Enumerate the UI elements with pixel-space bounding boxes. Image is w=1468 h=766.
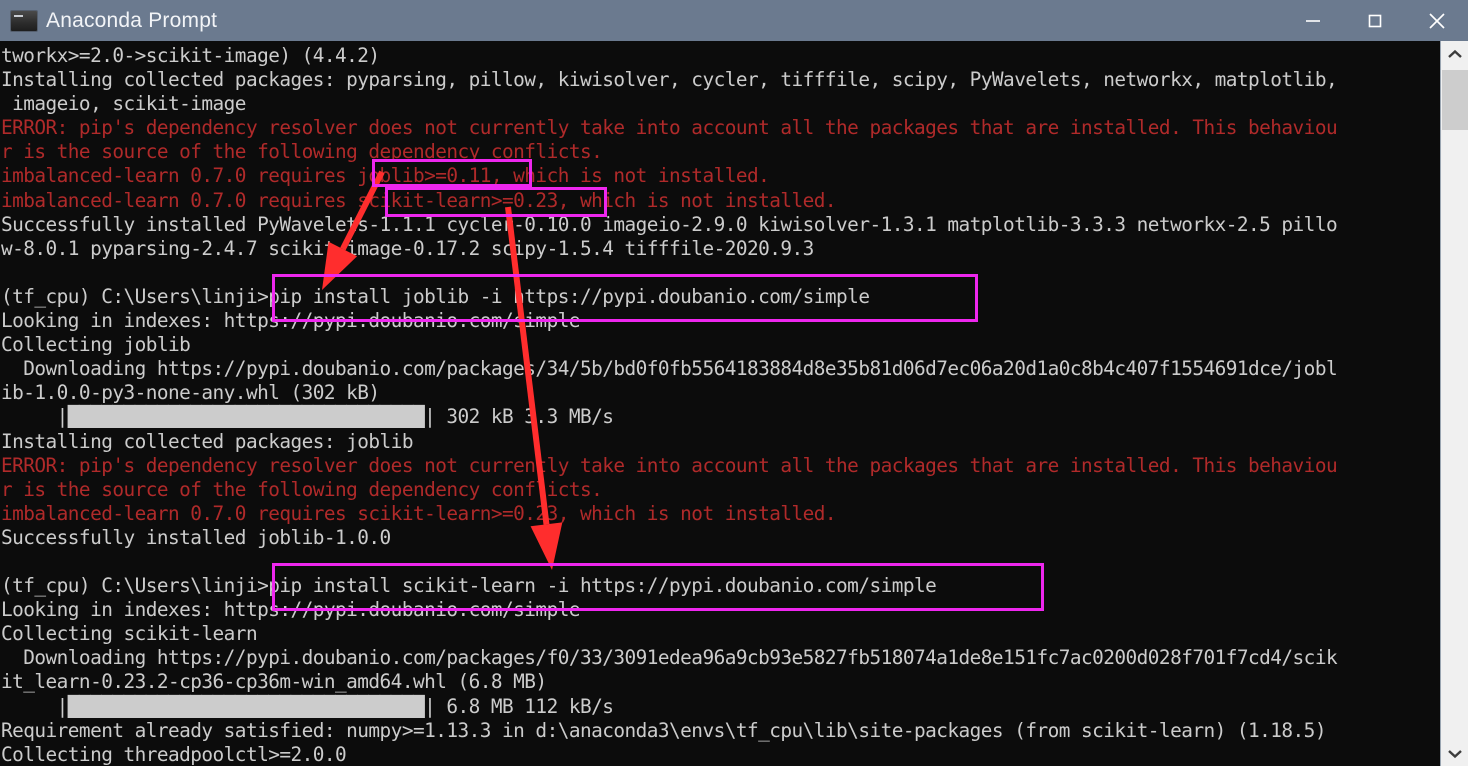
terminal-line: Looking in indexes: https://pypi.doubani… — [0, 309, 581, 333]
terminal-line: Installing collected packages: pyparsing… — [0, 68, 1338, 92]
terminal-line: Successfully installed joblib-1.0.0 — [0, 525, 391, 549]
terminal-line: ERROR: pip's dependency resolver does no… — [0, 116, 1338, 140]
terminal-line: Looking in indexes: https://pypi.doubani… — [0, 598, 581, 622]
terminal-line: Downloading https://pypi.doubanio.com/pa… — [0, 646, 1338, 670]
chevron-up-icon[interactable] — [1441, 41, 1468, 67]
minimize-button[interactable] — [1282, 0, 1344, 41]
terminal-line: imbalanced-learn 0.7.0 requires scikit-l… — [0, 188, 837, 212]
window-titlebar[interactable]: Anaconda Prompt — [0, 0, 1468, 41]
terminal-line: imbalanced-learn 0.7.0 requires scikit-l… — [0, 501, 837, 525]
close-button[interactable] — [1406, 0, 1468, 41]
terminal-line: r is the source of the following depende… — [0, 140, 603, 164]
terminal-line: it_learn-0.23.2-cp36-cp36m-win_amd64.whl… — [0, 670, 547, 694]
window-title: Anaconda Prompt — [46, 8, 218, 32]
scrollbar-thumb[interactable] — [1442, 70, 1468, 130]
terminal-line: (tf_cpu) C:\Users\linji>pip install jobl… — [0, 284, 870, 308]
terminal-line: Collecting threadpoolctl>=2.0.0 — [0, 742, 347, 766]
terminal-line: Collecting scikit-learn — [0, 622, 258, 646]
terminal-line: Downloading https://pypi.doubanio.com/pa… — [0, 357, 1338, 381]
terminal-line: |████████████████████████████████| 6.8 M… — [0, 694, 614, 718]
console-icon — [10, 9, 38, 32]
terminal-line: Installing collected packages: joblib — [0, 429, 414, 453]
window-controls — [1282, 0, 1468, 41]
terminal-line: Successfully installed PyWavelets-1.1.1 … — [0, 212, 1338, 236]
terminal-line: Requirement already satisfied: numpy>=1.… — [0, 718, 1327, 742]
terminal-line: Collecting joblib — [0, 333, 191, 357]
terminal-line: imageio, scikit-image — [0, 92, 246, 116]
terminal-scrollbar[interactable] — [1440, 41, 1468, 766]
terminal-line: r is the source of the following depende… — [0, 477, 603, 501]
terminal-lines: tworkx>=2.0->scikit-image) (4.4.2) Instal… — [0, 44, 1440, 766]
chevron-down-icon[interactable] — [1441, 740, 1468, 766]
terminal-line: ERROR: pip's dependency resolver does no… — [0, 453, 1338, 477]
terminal-line: tworkx>=2.0->scikit-image) (4.4.2) — [0, 44, 380, 67]
terminal-line: ib-1.0.0-py3-none-any.whl (302 kB) — [0, 381, 380, 405]
terminal-line: w-8.0.1 pyparsing-2.4.7 scikit-image-0.1… — [0, 236, 814, 260]
terminal-line: |████████████████████████████████| 302 k… — [0, 405, 614, 429]
maximize-button[interactable] — [1344, 0, 1406, 41]
terminal-line: imbalanced-learn 0.7.0 requires joblib>=… — [0, 164, 770, 188]
anaconda-prompt-window: Anaconda Prompt tworkx>=2.0->scikit-imag… — [0, 0, 1468, 766]
terminal-output[interactable]: tworkx>=2.0->scikit-image) (4.4.2) Instal… — [0, 41, 1440, 766]
terminal-line: (tf_cpu) C:\Users\linji>pip install scik… — [0, 574, 937, 598]
